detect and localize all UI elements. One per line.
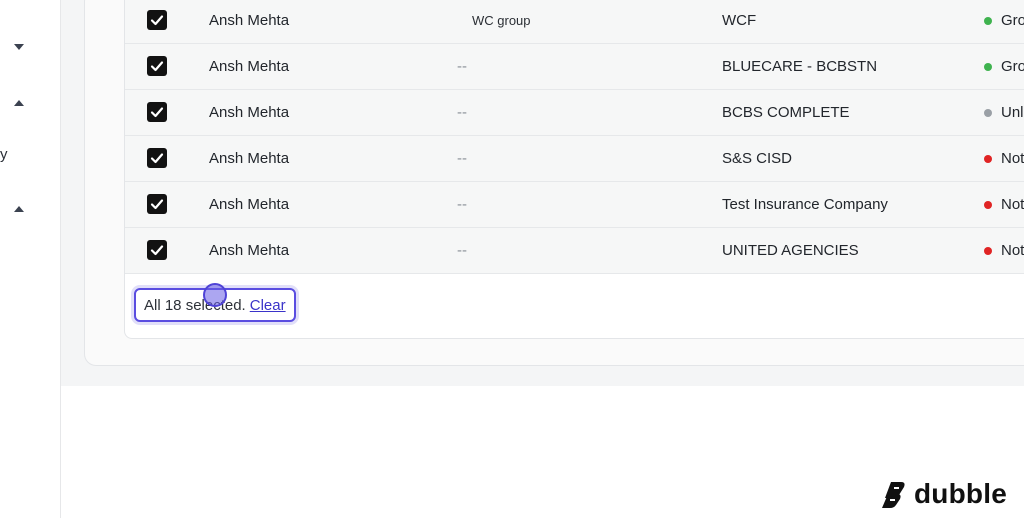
row-checkbox[interactable] — [147, 194, 167, 214]
row-checkbox[interactable] — [147, 56, 167, 76]
table-row[interactable]: Ansh Mehta WC group WCF Gro — [125, 0, 1024, 44]
check-icon — [150, 199, 164, 210]
selection-count-text: All 18 selected. — [144, 296, 246, 314]
group-cell: -- — [457, 196, 467, 213]
dubble-logo-icon — [882, 482, 905, 508]
check-icon — [150, 153, 164, 164]
check-icon — [150, 107, 164, 118]
status-dot-icon — [984, 109, 992, 117]
insurance-cell: Test Insurance Company — [722, 196, 888, 213]
status-dot-icon — [984, 201, 992, 209]
group-cell: -- — [457, 58, 467, 75]
chevron-up-icon[interactable] — [14, 100, 24, 106]
chevron-up-icon[interactable] — [14, 206, 24, 212]
check-icon — [150, 15, 164, 26]
check-icon — [150, 61, 164, 72]
group-cell: WC group — [472, 13, 531, 28]
chevron-down-icon[interactable] — [14, 44, 24, 50]
status-badge: Gro — [1001, 12, 1024, 29]
group-cell: -- — [457, 242, 467, 259]
patient-name-cell: Ansh Mehta — [209, 242, 290, 259]
table-row[interactable]: Ansh Mehta -- BCBS COMPLETE Unl — [125, 90, 1024, 136]
insurance-cell: WCF — [722, 12, 757, 29]
patient-name-cell: Ansh Mehta — [209, 58, 290, 75]
insurance-cell: BLUECARE - BCBSTN — [722, 58, 878, 75]
table-row[interactable]: Ansh Mehta -- S&S CISD Not — [125, 136, 1024, 182]
row-checkbox[interactable] — [147, 10, 167, 30]
status-dot-icon — [984, 247, 992, 255]
status-dot-icon — [984, 63, 992, 71]
group-cell: -- — [457, 150, 467, 167]
insurance-cell: UNITED AGENCIES — [722, 242, 859, 259]
status-badge: Not — [1001, 196, 1024, 213]
insurance-cell: S&S CISD — [722, 150, 793, 167]
status-badge: Unl — [1001, 104, 1024, 121]
brand-logo: dubble — [882, 478, 1007, 510]
status-dot-icon — [984, 17, 992, 25]
brand-name: dubble — [914, 478, 1007, 509]
row-checkbox[interactable] — [147, 102, 167, 122]
row-checkbox[interactable] — [147, 240, 167, 260]
sidebar-item-label[interactable]: y — [0, 146, 8, 163]
patient-name-cell: Ansh Mehta — [209, 104, 290, 121]
status-badge: Gro — [1001, 58, 1024, 75]
check-icon — [150, 245, 164, 256]
status-badge: Not — [1001, 150, 1024, 167]
cursor-indicator — [203, 283, 227, 307]
patient-name-cell: Ansh Mehta — [209, 196, 290, 213]
status-badge: Not — [1001, 242, 1024, 259]
sidebar: y — [0, 0, 61, 518]
group-cell: -- — [457, 104, 467, 121]
table-row[interactable]: Ansh Mehta -- Test Insurance Company Not — [125, 182, 1024, 228]
table-row[interactable]: Ansh Mehta -- UNITED AGENCIES Not — [125, 228, 1024, 274]
clear-selection-link[interactable]: Clear — [250, 297, 286, 314]
table-row[interactable]: Ansh Mehta -- BLUECARE - BCBSTN Gro — [125, 44, 1024, 90]
insurance-cell: BCBS COMPLETE — [722, 104, 850, 121]
patient-name-cell: Ansh Mehta — [209, 150, 290, 167]
row-checkbox[interactable] — [147, 148, 167, 168]
status-dot-icon — [984, 155, 992, 163]
patient-name-cell: Ansh Mehta — [209, 12, 290, 29]
